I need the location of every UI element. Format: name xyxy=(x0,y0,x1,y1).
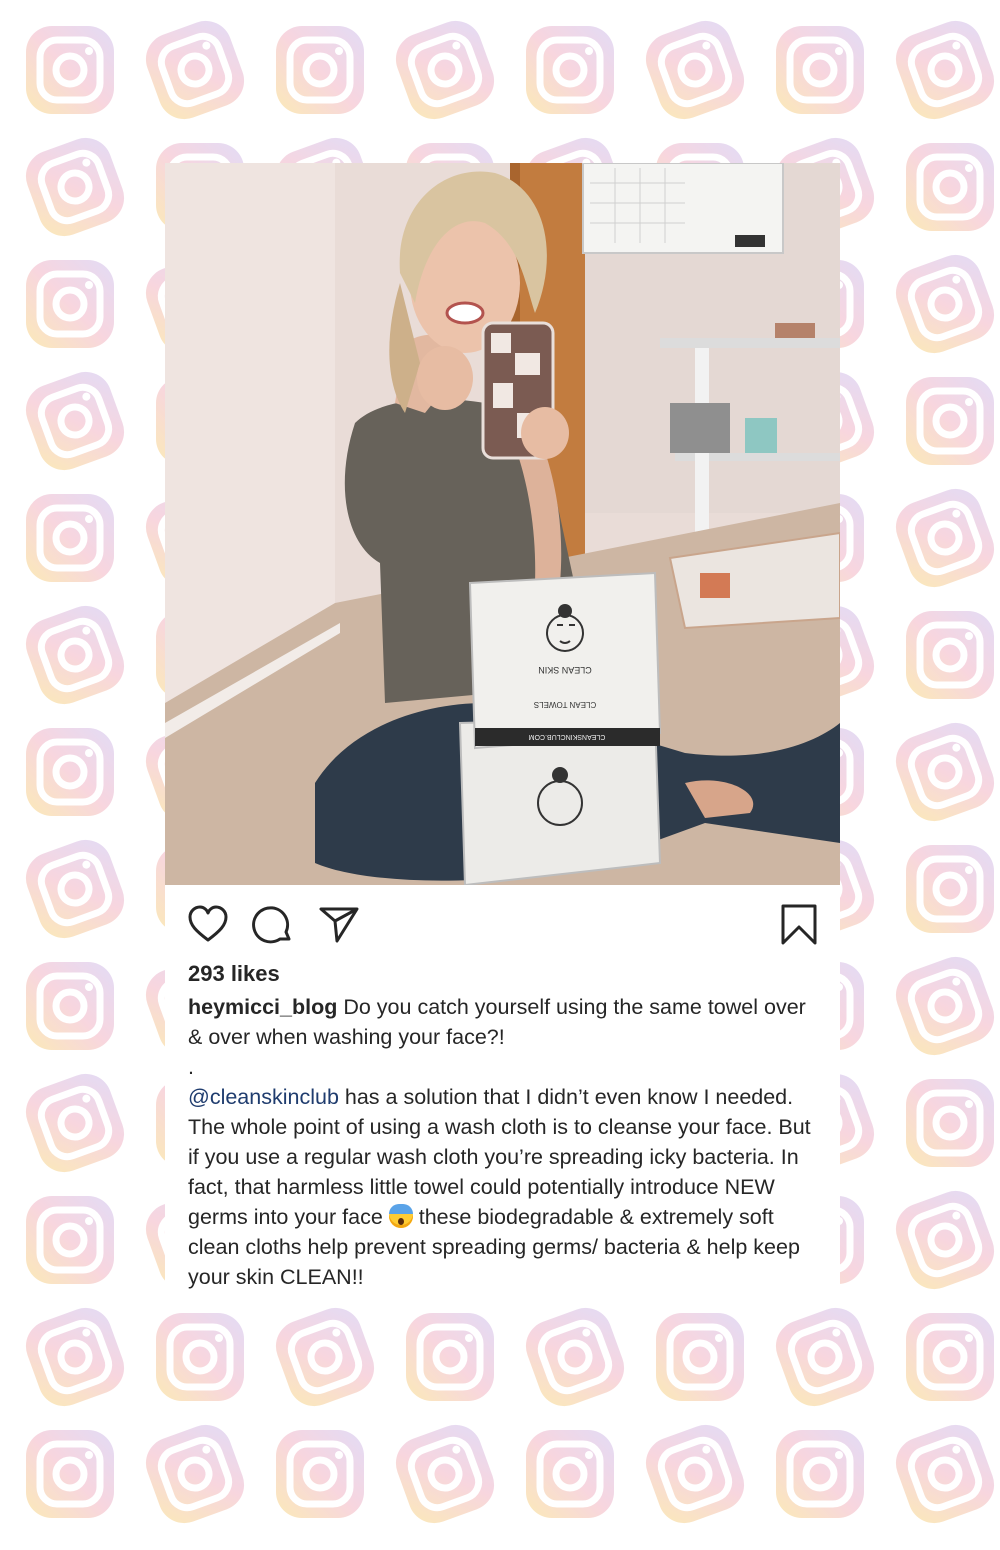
post-action-bar xyxy=(165,885,840,965)
instagram-logo-icon xyxy=(639,14,752,127)
instagram-logo-icon xyxy=(26,494,114,582)
instagram-logo-icon xyxy=(139,1418,252,1531)
instagram-post-card: CLEAN SKIN CLEAN TOWELS CLEANSKINCLUB.CO… xyxy=(165,163,840,1298)
instagram-logo-icon xyxy=(156,1313,244,1401)
paper-plane-icon[interactable] xyxy=(317,903,361,947)
mention-link[interactable]: @cleanskinclub xyxy=(188,1085,339,1109)
instagram-logo-icon xyxy=(19,833,132,946)
instagram-logo-icon xyxy=(776,26,864,114)
instagram-logo-icon xyxy=(526,1430,614,1518)
instagram-logo-icon xyxy=(776,1430,864,1518)
caption-separator: . xyxy=(188,1055,194,1079)
instagram-logo-icon xyxy=(26,962,114,1050)
instagram-logo-icon xyxy=(26,1196,114,1284)
instagram-logo-icon xyxy=(406,1313,494,1401)
instagram-logo-icon xyxy=(906,1313,994,1401)
screaming-face-emoji-icon xyxy=(388,1204,413,1228)
instagram-logo-icon xyxy=(769,1301,882,1414)
comment-bubble-icon[interactable] xyxy=(251,903,295,947)
likes-count[interactable]: 293 likes xyxy=(188,961,280,987)
instagram-logo-icon xyxy=(656,1313,744,1401)
post-caption: heymicci_blog Do you catch yourself usin… xyxy=(188,992,823,1292)
instagram-logo-icon xyxy=(19,365,132,478)
instagram-logo-icon xyxy=(19,1301,132,1414)
heart-icon[interactable] xyxy=(186,903,230,947)
post-photo[interactable]: CLEAN SKIN CLEAN TOWELS CLEANSKINCLUB.CO… xyxy=(165,163,840,885)
instagram-logo-icon xyxy=(906,377,994,465)
instagram-logo-icon xyxy=(906,611,994,699)
instagram-logo-icon xyxy=(26,728,114,816)
instagram-logo-icon xyxy=(276,1430,364,1518)
instagram-logo-icon xyxy=(19,599,132,712)
instagram-logo-icon xyxy=(19,1067,132,1180)
instagram-logo-icon xyxy=(906,143,994,231)
instagram-logo-icon xyxy=(269,1301,382,1414)
instagram-logo-icon xyxy=(906,845,994,933)
instagram-logo-icon xyxy=(889,482,1000,595)
instagram-logo-icon xyxy=(889,950,1000,1063)
username-link[interactable]: heymicci_blog xyxy=(188,995,337,1019)
instagram-logo-icon xyxy=(19,131,132,244)
instagram-logo-icon xyxy=(889,1418,1000,1531)
instagram-logo-icon xyxy=(389,1418,502,1531)
instagram-logo-icon xyxy=(139,14,252,127)
instagram-logo-icon xyxy=(639,1418,752,1531)
instagram-logo-icon xyxy=(519,1301,632,1414)
instagram-logo-icon xyxy=(26,260,114,348)
instagram-logo-icon xyxy=(889,248,1000,361)
product-brand-text: CLEAN SKIN xyxy=(538,665,592,675)
instagram-logo-icon xyxy=(26,1430,114,1518)
bookmark-icon[interactable] xyxy=(777,903,821,947)
instagram-logo-icon xyxy=(889,716,1000,829)
instagram-logo-icon xyxy=(526,26,614,114)
instagram-logo-icon xyxy=(276,26,364,114)
product-name-text: CLEAN TOWELS xyxy=(534,700,596,709)
instagram-logo-icon xyxy=(889,1184,1000,1297)
product-url-text: CLEANSKINCLUB.COM xyxy=(529,733,606,740)
instagram-logo-icon xyxy=(906,1079,994,1167)
instagram-logo-icon xyxy=(389,14,502,127)
instagram-logo-icon xyxy=(26,26,114,114)
instagram-logo-icon xyxy=(889,14,1000,127)
